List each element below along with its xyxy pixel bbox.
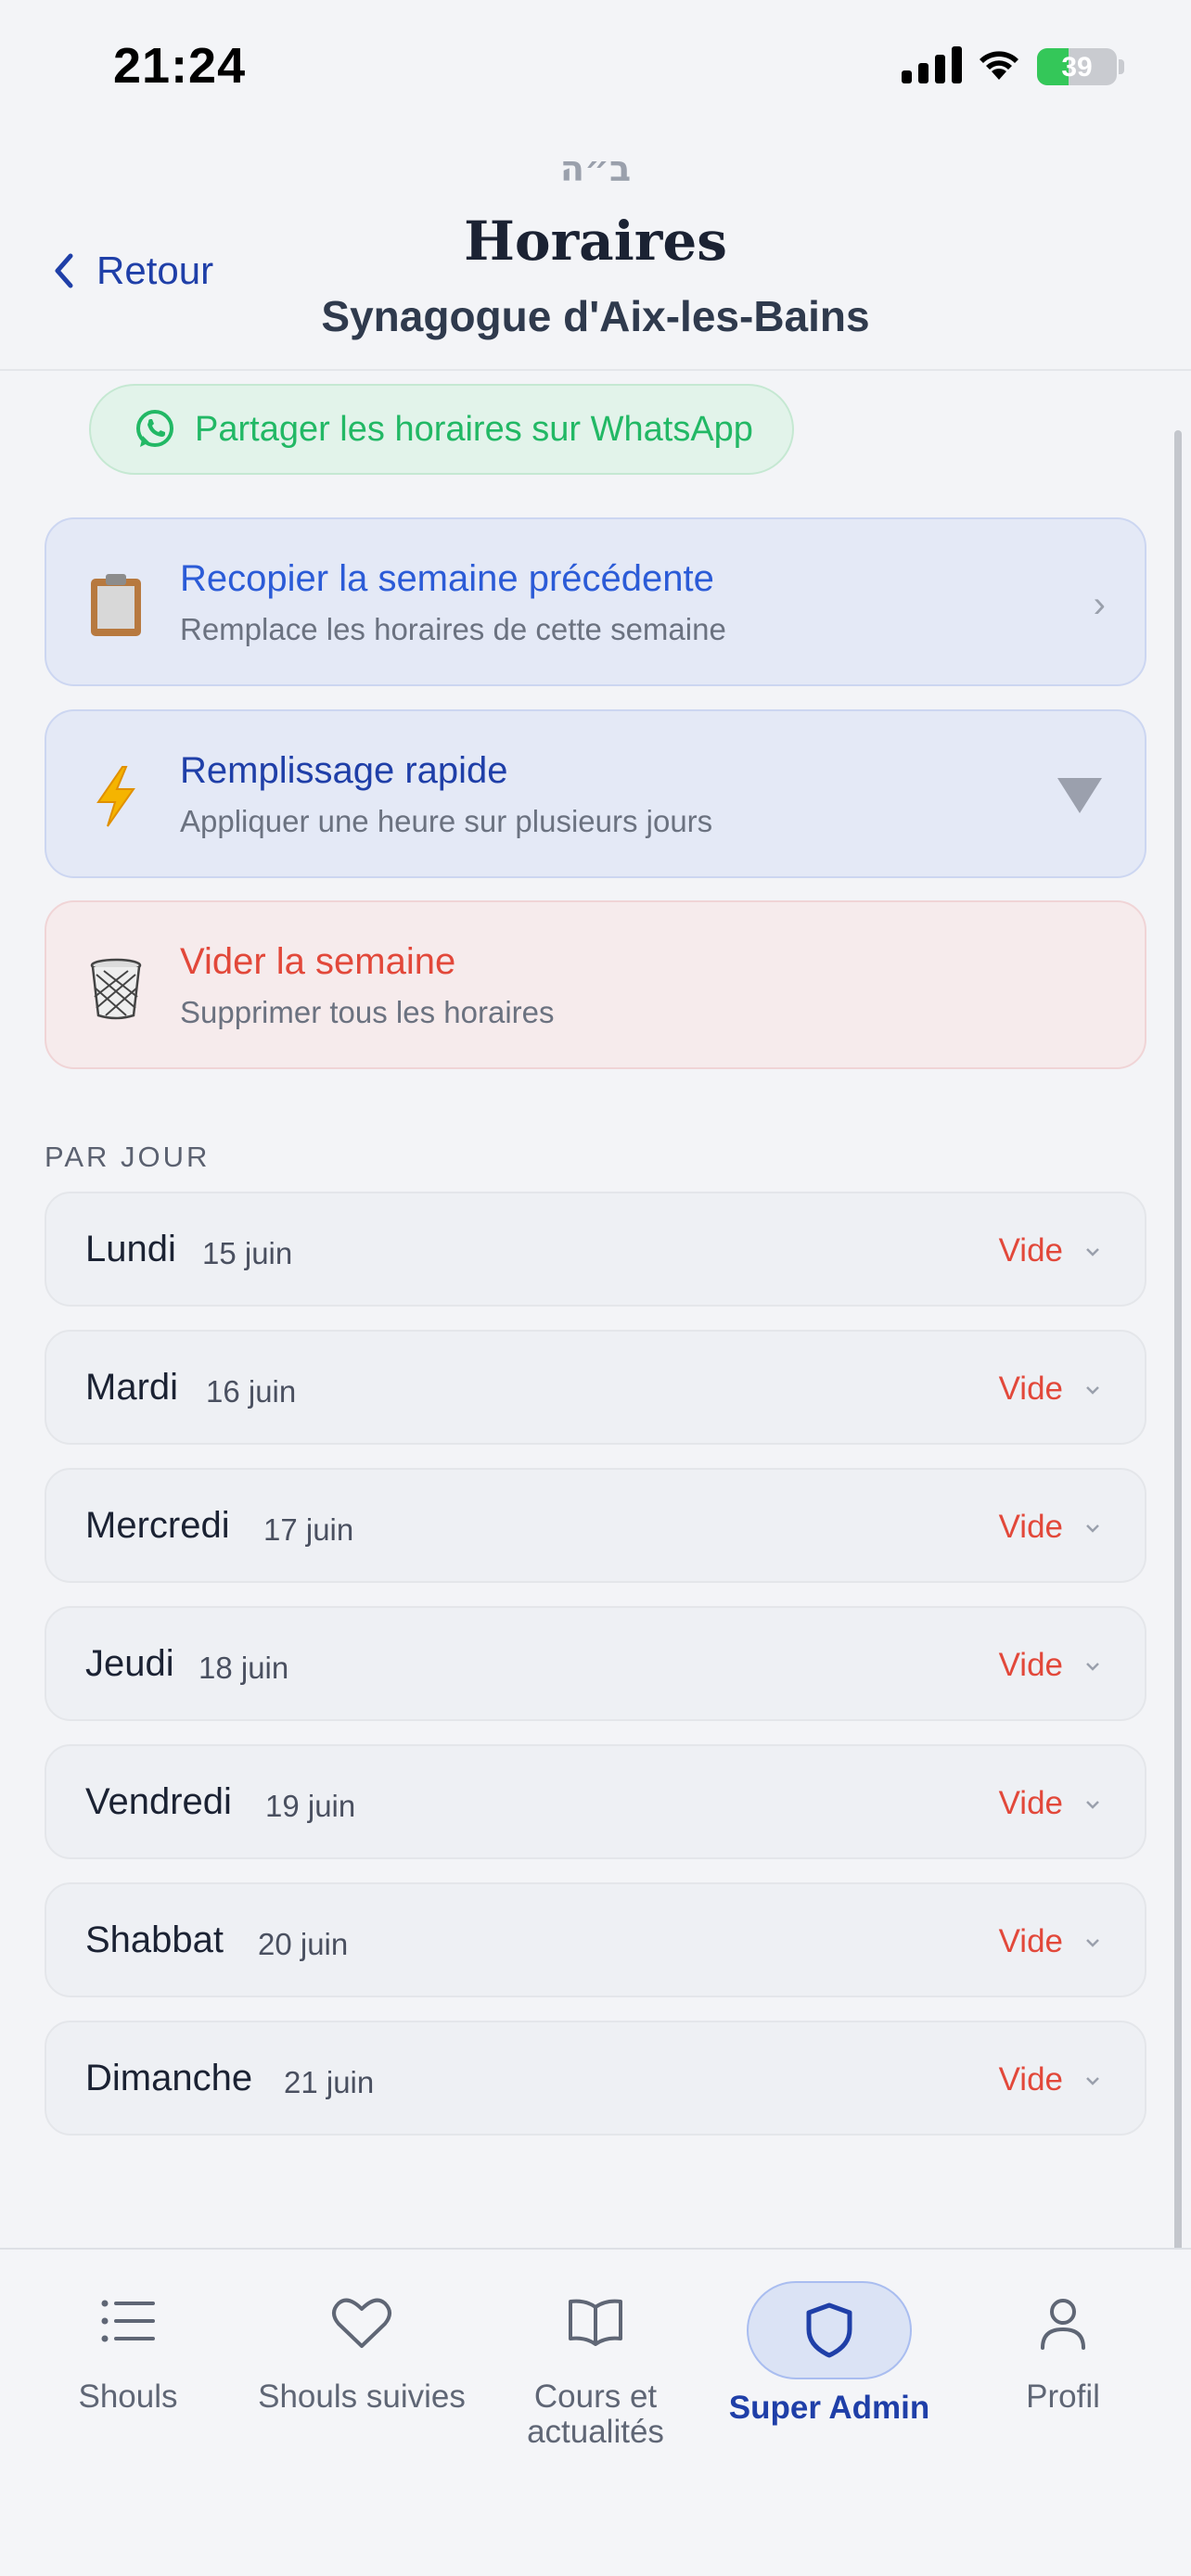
- chevron-right-icon: ›: [1093, 584, 1106, 625]
- day-name: Lundi: [85, 1229, 176, 1269]
- day-date: 15 juin: [202, 1236, 293, 1270]
- action-title: Remplissage rapide: [180, 750, 508, 791]
- action-subtitle: Appliquer une heure sur plusieurs jours: [180, 804, 713, 838]
- chevron-down-icon: [1086, 1386, 1099, 1395]
- battery-cap: [1119, 59, 1124, 74]
- day-status: Vide: [998, 1232, 1063, 1269]
- heart-icon: [332, 2298, 391, 2348]
- day-status: Vide: [998, 1509, 1063, 1545]
- page-subtitle: Synagogue d'Aix-les-Bains: [321, 292, 870, 340]
- day-date: 17 juin: [263, 1512, 354, 1547]
- day-row-vendredi[interactable]: Vendredi 19 juin Vide: [45, 1744, 1146, 1859]
- trash-icon: [90, 958, 142, 1020]
- scrollbar[interactable]: [1174, 430, 1182, 2285]
- day-row-mercredi[interactable]: Mercredi 17 juin Vide: [45, 1468, 1146, 1583]
- day-date: 19 juin: [265, 1789, 356, 1823]
- list-icon: [101, 2300, 155, 2342]
- day-name: Mercredi: [85, 1505, 230, 1546]
- day-status: Vide: [998, 1923, 1063, 1959]
- day-name: Vendredi: [85, 1781, 232, 1822]
- action-subtitle: Supprimer tous les horaires: [180, 995, 555, 1029]
- action-title: Vider la semaine: [180, 941, 456, 982]
- wifi-icon: [980, 51, 1018, 80]
- share-whatsapp-label: Partager les horaires sur WhatsApp: [195, 409, 753, 449]
- day-date: 21 juin: [284, 2065, 375, 2099]
- action-title: Recopier la semaine précédente: [180, 558, 714, 599]
- day-status: Vide: [998, 1647, 1063, 1683]
- user-icon: [1041, 2299, 1085, 2350]
- dropdown-triangle-icon: [1057, 778, 1102, 813]
- day-date: 16 juin: [206, 1374, 297, 1409]
- status-bar: 21:24 39: [0, 0, 1191, 139]
- day-status: Vide: [998, 1785, 1063, 1821]
- chevron-down-icon: [1086, 1939, 1099, 1947]
- header: ב״ה Horaires Synagogue d'Aix-les-Bains R…: [0, 139, 1191, 371]
- cellular-signal-icon: [902, 45, 962, 83]
- whatsapp-icon: [136, 410, 173, 447]
- day-name: Jeudi: [85, 1643, 174, 1684]
- section-label: PAR JOUR: [45, 1141, 211, 1173]
- day-status: Vide: [998, 1371, 1063, 1407]
- status-time: 21:24: [113, 38, 247, 94]
- chevron-down-icon: [1086, 1248, 1099, 1256]
- clear-week-card[interactable]: Vider la semaine Supprimer tous les hora…: [45, 900, 1146, 1069]
- quick-fill-card[interactable]: Remplissage rapide Appliquer une heure s…: [45, 709, 1146, 878]
- shield-icon: [806, 2302, 852, 2358]
- tab-label: Profil: [1026, 2378, 1100, 2415]
- day-name: Dimanche: [85, 2058, 253, 2098]
- chevron-down-icon: [1086, 1663, 1099, 1671]
- chevron-down-icon: [1086, 1801, 1099, 1809]
- chevron-down-icon: [1086, 1524, 1099, 1533]
- chevron-left-icon: [55, 253, 73, 288]
- tab-label: Shouls: [78, 2378, 178, 2415]
- day-status: Vide: [998, 2061, 1063, 2098]
- tab-label: Super Admin: [728, 2390, 930, 2426]
- tab-bar: Shouls Shouls suivies Cours et actualité…: [0, 2248, 1191, 2576]
- battery-icon: 39: [1037, 48, 1117, 85]
- day-date: 20 juin: [258, 1927, 349, 1961]
- day-row-mardi[interactable]: Mardi 16 juin Vide: [45, 1330, 1146, 1445]
- tab-label: Cours et actualités: [477, 2379, 714, 2450]
- tab-label-line2: actualités: [527, 2414, 664, 2450]
- share-whatsapp-button[interactable]: Partager les horaires sur WhatsApp: [89, 384, 794, 475]
- book-icon: [569, 2299, 622, 2346]
- tab-label: Shouls suivies: [258, 2378, 466, 2415]
- back-button[interactable]: Retour: [52, 249, 213, 293]
- day-date: 18 juin: [198, 1651, 289, 1685]
- back-label: Retour: [96, 249, 214, 292]
- day-row-dimanche[interactable]: Dimanche 21 juin Vide: [45, 2021, 1146, 2136]
- copy-previous-week-card[interactable]: Recopier la semaine précédente Remplace …: [45, 517, 1146, 686]
- battery-percentage: 39: [1061, 52, 1093, 83]
- hebrew-blessing: ב״ה: [559, 148, 632, 189]
- day-row-shabbat[interactable]: Shabbat 20 juin Vide: [45, 1882, 1146, 1997]
- day-name: Mardi: [85, 1367, 179, 1408]
- day-name: Shabbat: [85, 1919, 224, 1960]
- clipboard-icon: [91, 574, 141, 636]
- action-subtitle: Remplace les horaires de cette semaine: [180, 612, 726, 646]
- day-row-jeudi[interactable]: Jeudi 18 juin Vide: [45, 1606, 1146, 1721]
- tab-label-line1: Cours et: [533, 2378, 658, 2415]
- day-row-lundi[interactable]: Lundi 15 juin Vide: [45, 1192, 1146, 1307]
- chevron-down-icon: [1086, 2077, 1099, 2085]
- lightning-icon: [96, 766, 135, 827]
